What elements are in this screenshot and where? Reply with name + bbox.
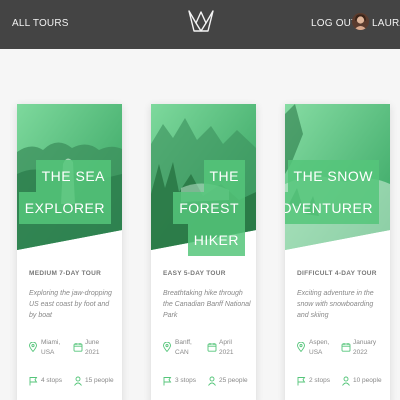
user-icon bbox=[208, 376, 216, 386]
tour-card-snow-adventurer[interactable]: THE SNOW ADVENTURER DIFFICULT 4-DAY TOUR… bbox=[285, 104, 390, 400]
tour-card-image: THE SNOW ADVENTURER bbox=[285, 104, 390, 250]
map-pin-icon bbox=[29, 342, 37, 352]
map-pin-icon bbox=[163, 342, 171, 352]
tour-start-date: June 2021 bbox=[85, 339, 100, 356]
user-icon bbox=[74, 376, 82, 386]
tour-difficulty-duration: MEDIUM 7-DAY TOUR bbox=[29, 270, 102, 277]
tour-title: THE SEA EXPLORER bbox=[18, 160, 111, 224]
tour-title: THE SNOW ADVENTURER bbox=[285, 160, 379, 224]
user-name-link[interactable]: LAURA bbox=[372, 18, 400, 29]
flag-icon bbox=[297, 377, 306, 386]
tour-location: Aspen, USA bbox=[309, 339, 330, 356]
user-avatar[interactable] bbox=[352, 13, 369, 30]
calendar-icon bbox=[73, 343, 83, 352]
tour-start-date: January 2022 bbox=[353, 339, 377, 356]
tour-group-size: 25 people bbox=[219, 377, 248, 384]
tour-card-forest-hiker[interactable]: THE FOREST HIKER EASY 5-DAY TOUR Breatht… bbox=[151, 104, 256, 400]
map-pin-icon bbox=[297, 342, 305, 352]
tour-stops: 2 stops bbox=[309, 377, 330, 384]
tour-summary: Breathtaking hike through the Canadian B… bbox=[163, 290, 251, 319]
top-navigation: ALL TOURS LOG OUT LAURA bbox=[0, 0, 400, 49]
tour-location: Banff, CAN bbox=[175, 339, 192, 356]
tour-group-size: 15 people bbox=[85, 377, 114, 384]
logout-link[interactable]: LOG OUT bbox=[311, 18, 357, 29]
tour-stops: 3 stops bbox=[175, 377, 196, 384]
tour-card-image: THE SEA EXPLORER bbox=[17, 104, 122, 250]
flag-icon bbox=[29, 377, 38, 386]
calendar-icon bbox=[341, 343, 351, 352]
tour-card-image: THE FOREST HIKER bbox=[151, 104, 256, 256]
calendar-icon bbox=[207, 343, 217, 352]
tour-stops: 4 stops bbox=[41, 377, 62, 384]
tour-location: Miami, USA bbox=[41, 339, 61, 356]
all-tours-link[interactable]: ALL TOURS bbox=[12, 18, 69, 29]
tour-summary: Exciting adventure in the snow with snow… bbox=[297, 290, 374, 319]
tour-difficulty-duration: EASY 5-DAY TOUR bbox=[163, 270, 226, 277]
tour-start-date: April 2021 bbox=[219, 339, 234, 356]
tour-difficulty-duration: DIFFICULT 4-DAY TOUR bbox=[297, 270, 377, 277]
tour-summary: Exploring the jaw-dropping US east coast… bbox=[29, 290, 112, 319]
tour-title: THE FOREST HIKER bbox=[173, 160, 245, 256]
tour-group-size: 10 people bbox=[353, 377, 382, 384]
tour-card-sea-explorer[interactable]: THE SEA EXPLORER MEDIUM 7-DAY TOUR Explo… bbox=[17, 104, 122, 400]
flag-icon bbox=[163, 377, 172, 386]
user-icon bbox=[342, 376, 350, 386]
crown-logo-icon[interactable] bbox=[187, 9, 215, 35]
